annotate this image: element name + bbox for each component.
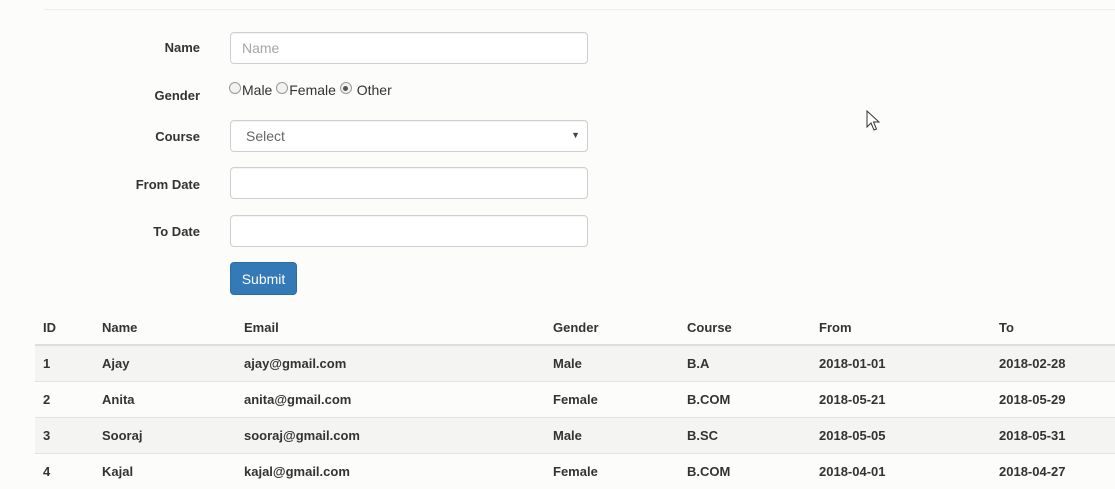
from-date-input[interactable] (230, 167, 588, 199)
name-input[interactable] (230, 32, 588, 64)
gender-option-other[interactable]: Other (340, 82, 392, 98)
chevron-down-icon: ▼ (571, 130, 580, 140)
cell-course: B.A (679, 345, 811, 382)
cell-to: 2018-05-29 (991, 382, 1115, 418)
cell-email: ajay@gmail.com (236, 345, 545, 382)
cell-course: B.COM (679, 454, 811, 489)
name-label: Name (20, 40, 200, 55)
students-table: ID Name Email Gender Course From To 1 Aj… (35, 311, 1115, 489)
course-label: Course (20, 129, 200, 144)
cell-from: 2018-04-01 (811, 454, 991, 489)
course-select-value: Select (246, 128, 285, 144)
gender-option-other-label: Other (357, 82, 392, 98)
header-to: To (991, 311, 1115, 345)
header-id: ID (35, 311, 94, 345)
radio-other[interactable] (340, 82, 352, 94)
top-divider (44, 9, 1115, 10)
cell-name: Sooraj (94, 418, 236, 454)
cell-to: 2018-04-27 (991, 454, 1115, 489)
cell-to: 2018-02-28 (991, 345, 1115, 382)
gender-option-female-label: Female (289, 82, 336, 98)
cell-from: 2018-05-05 (811, 418, 991, 454)
cell-email: sooraj@gmail.com (236, 418, 545, 454)
cell-gender: Female (545, 382, 679, 418)
cell-name: Anita (94, 382, 236, 418)
cell-course: B.SC (679, 418, 811, 454)
mouse-cursor-icon (866, 110, 880, 132)
gender-option-female[interactable]: Female (276, 82, 336, 98)
cell-to: 2018-05-31 (991, 418, 1115, 454)
radio-male[interactable] (229, 82, 241, 94)
course-select[interactable]: Select ▼ (230, 120, 588, 152)
table-row: 3 Sooraj sooraj@gmail.com Male B.SC 2018… (35, 418, 1115, 454)
gender-label: Gender (20, 88, 200, 103)
cell-email: kajal@gmail.com (236, 454, 545, 489)
to-date-input[interactable] (230, 215, 588, 247)
cell-name: Kajal (94, 454, 236, 489)
cell-email: anita@gmail.com (236, 382, 545, 418)
from-date-label: From Date (20, 177, 200, 192)
cell-gender: Female (545, 454, 679, 489)
gender-option-male-label: Male (242, 82, 272, 98)
cell-id: 4 (35, 454, 94, 489)
cell-gender: Male (545, 418, 679, 454)
cell-name: Ajay (94, 345, 236, 382)
cell-id: 3 (35, 418, 94, 454)
header-course: Course (679, 311, 811, 345)
cell-course: B.COM (679, 382, 811, 418)
header-from: From (811, 311, 991, 345)
cell-from: 2018-01-01 (811, 345, 991, 382)
cell-gender: Male (545, 345, 679, 382)
table-row: 1 Ajay ajay@gmail.com Male B.A 2018-01-0… (35, 345, 1115, 382)
cell-id: 2 (35, 382, 94, 418)
header-name: Name (94, 311, 236, 345)
cell-id: 1 (35, 345, 94, 382)
radio-female[interactable] (276, 82, 288, 94)
table-header-row: ID Name Email Gender Course From To (35, 311, 1115, 345)
gender-option-male[interactable]: Male (229, 82, 272, 98)
cell-from: 2018-05-21 (811, 382, 991, 418)
table-row: 4 Kajal kajal@gmail.com Female B.COM 201… (35, 454, 1115, 489)
submit-button[interactable]: Submit (230, 262, 297, 295)
table-row: 2 Anita anita@gmail.com Female B.COM 201… (35, 382, 1115, 418)
header-email: Email (236, 311, 545, 345)
header-gender: Gender (545, 311, 679, 345)
to-date-label: To Date (20, 224, 200, 239)
gender-radio-group: Male Female Other (229, 82, 392, 98)
